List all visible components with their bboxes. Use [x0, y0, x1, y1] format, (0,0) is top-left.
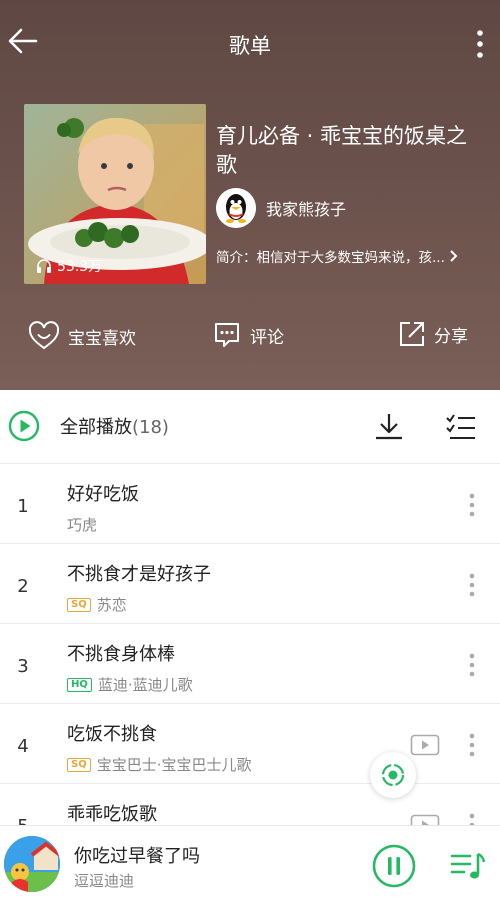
top-bar: 歌单 [0, 0, 500, 86]
song-title: 不挑食身体棒 [67, 644, 175, 665]
comment-button[interactable]: 评论 [212, 320, 284, 350]
share-label: 分享 [434, 326, 468, 347]
chevron-right-icon [450, 250, 458, 262]
song-title: 乖乖吃饭歌 [67, 804, 157, 825]
song-artist: 蓝迪·蓝迪儿歌 [97, 676, 193, 694]
song-title: 好好吃饭 [67, 484, 139, 505]
song-count: (18) [132, 417, 169, 438]
song-number: 4 [17, 736, 29, 757]
mini-player: 你吃过早餐了吗 逗逗迪迪 [0, 825, 500, 904]
play-all-label: 全部播放 [60, 417, 132, 438]
playlist-queue-icon[interactable] [450, 850, 486, 882]
multi-select-icon[interactable] [444, 410, 478, 444]
album-art [4, 836, 60, 892]
heart-face-icon [28, 321, 60, 350]
comment-icon [215, 323, 239, 347]
play-all-button[interactable]: 全部播放(18) [8, 410, 169, 442]
song-number: 2 [17, 576, 29, 597]
song-subtitle: SQ 苏恋 [67, 594, 127, 615]
more-vertical-icon[interactable] [468, 732, 476, 758]
sq-badge: SQ [67, 757, 91, 772]
action-row: 宝宝喜欢 评论 分享 [0, 320, 500, 360]
creator-name[interactable]: 我家熊孩子 [266, 196, 346, 220]
share-icon [400, 322, 424, 346]
hq-badge: HQ [67, 677, 92, 692]
playlist-cover[interactable]: 53.3万 [24, 104, 206, 284]
playlist-intro[interactable]: 简介：相信对于大多数宝妈来说，孩... [216, 246, 486, 266]
song-artist: 巧虎 [67, 516, 98, 534]
creator-avatar[interactable] [216, 188, 256, 228]
song-subtitle: SQ 宝宝巴士·宝宝巴士儿歌 [67, 754, 251, 775]
comment-label: 评论 [250, 327, 284, 348]
more-vertical-icon[interactable] [472, 28, 488, 60]
playlist-header: 歌单 53.3万 育儿必备 · 乖宝宝的饭桌之歌 我家熊孩子 简介：相信对于大多… [0, 0, 500, 390]
sq-badge: SQ [67, 597, 91, 612]
pause-icon[interactable] [372, 844, 416, 888]
playlist-title: 育儿必备 · 乖宝宝的饭桌之歌 [216, 124, 468, 177]
creator[interactable]: 我家熊孩子 [216, 188, 346, 228]
song-subtitle: HQ 蓝迪·蓝迪儿歌 [67, 674, 193, 695]
more-vertical-icon[interactable] [468, 492, 476, 518]
song-row[interactable]: 3 不挑食身体棒 HQ 蓝迪·蓝迪儿歌 [0, 624, 500, 704]
like-button[interactable]: 宝宝喜欢 [28, 320, 136, 352]
more-vertical-icon[interactable] [468, 652, 476, 678]
like-label: 宝宝喜欢 [68, 328, 136, 349]
share-button[interactable]: 分享 [398, 320, 468, 348]
more-vertical-icon[interactable] [468, 572, 476, 598]
download-icon[interactable] [372, 410, 406, 444]
locate-icon [381, 763, 405, 787]
play-all-bar: 全部播放(18) [0, 390, 500, 464]
headphones-icon [37, 259, 51, 273]
song-number: 3 [17, 656, 29, 677]
penguin-icon [216, 188, 256, 228]
song-row[interactable]: 1 好好吃饭 巧虎 [0, 464, 500, 544]
song-title: 吃饭不挑食 [67, 724, 157, 745]
mini-player-cover[interactable] [4, 836, 60, 892]
song-row[interactable]: 4 吃饭不挑食 SQ 宝宝巴士·宝宝巴士儿歌 [0, 704, 500, 784]
song-artist: 宝宝巴士·宝宝巴士儿歌 [96, 756, 252, 774]
play-count-value: 53.3万 [57, 259, 103, 275]
play-count: 53.3万 [36, 256, 102, 276]
song-artist: 苏恋 [96, 596, 127, 614]
song-row[interactable]: 2 不挑食才是好孩子 SQ 苏恋 [0, 544, 500, 624]
song-title: 不挑食才是好孩子 [67, 564, 211, 585]
now-playing-artist: 逗逗迪迪 [74, 872, 135, 890]
page-title: 歌单 [229, 34, 271, 58]
song-subtitle: 巧虎 [67, 514, 97, 535]
now-playing-title[interactable]: 你吃过早餐了吗 [74, 842, 200, 868]
song-number: 1 [17, 496, 29, 517]
play-circle-icon [8, 410, 40, 442]
locate-current-button[interactable] [370, 752, 416, 798]
intro-text: 简介：相信对于大多数宝妈来说，孩... [216, 250, 445, 266]
